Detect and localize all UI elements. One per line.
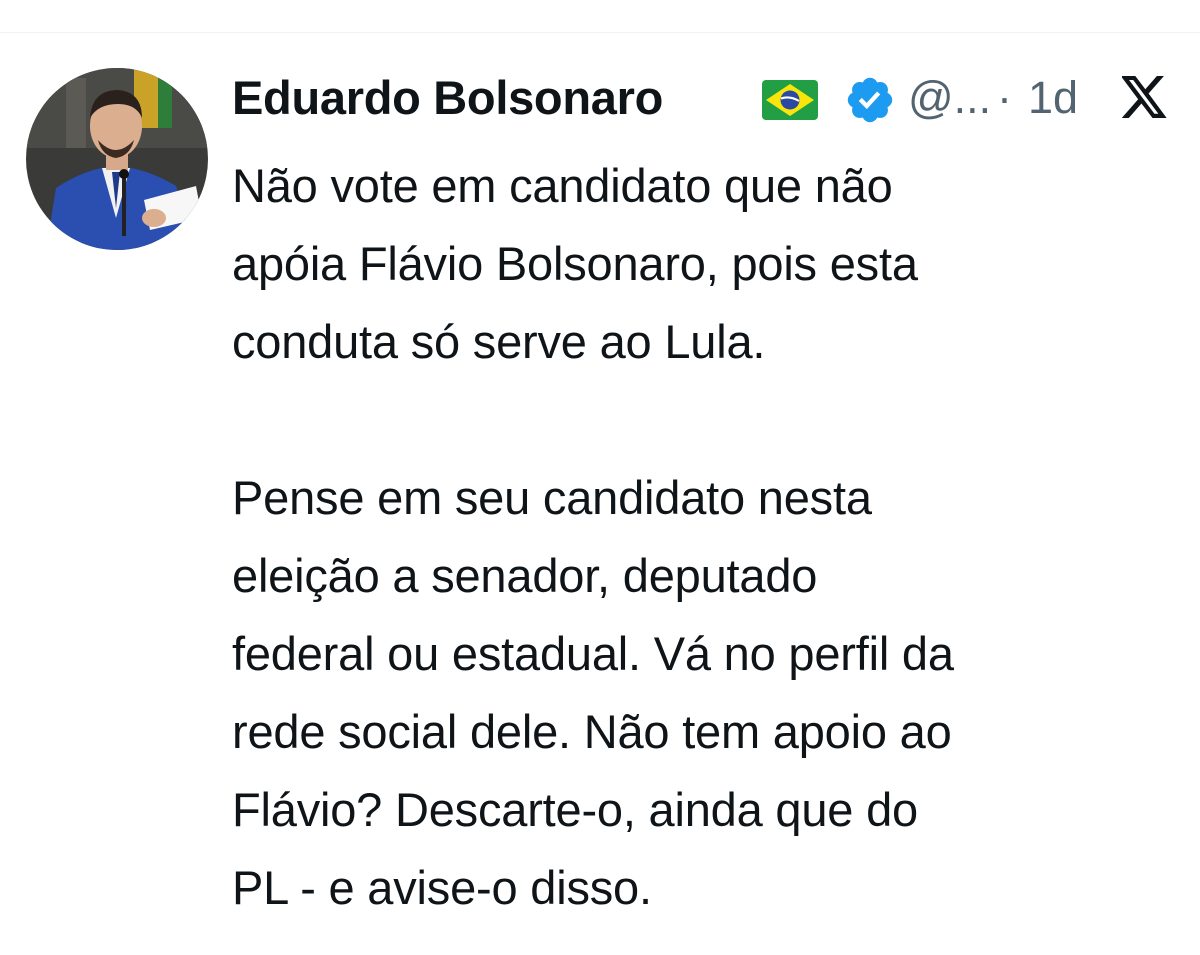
x-logo-icon[interactable] [1120,76,1168,118]
avatar-photo [26,68,208,250]
timestamp[interactable]: 1d [1028,70,1078,126]
verified-badge-icon[interactable] [844,74,896,126]
tweet-line: Pense em seu candidato nesta [232,471,872,524]
tweet-line: conduta só serve ao Lula. [232,315,766,368]
brazil-flag-icon [762,80,818,120]
avatar[interactable] [26,68,208,250]
author-handle[interactable]: @... [908,70,991,126]
tweet-line: PL - e avise-o disso. [232,861,652,914]
tweet-line: apóia Flávio Bolsonaro, pois esta [232,237,918,290]
top-divider [0,32,1200,33]
tweet-line: Não vote em candidato que não [232,159,893,212]
separator-dot: · [997,72,1012,123]
tweet-line: eleição a senador, deputado [232,549,818,602]
tweet-paragraph-1: Não vote em candidato que não apóia Fláv… [232,147,1182,381]
author-name[interactable]: Eduardo Bolsonaro [232,70,663,126]
tweet-line: rede social dele. Não tem apoio ao [232,705,952,758]
tweet-text: Não vote em candidato que não apóia Fláv… [232,147,1182,927]
tweet-line: Flávio? Descarte-o, ainda que do [232,783,918,836]
tweet-paragraph-2: Pense em seu candidato nesta eleição a s… [232,459,1182,927]
tweet-header: Eduardo Bolsonaro @... · 1d [232,66,1172,130]
tweet-line: federal ou estadual. Vá no perfil da [232,627,954,680]
